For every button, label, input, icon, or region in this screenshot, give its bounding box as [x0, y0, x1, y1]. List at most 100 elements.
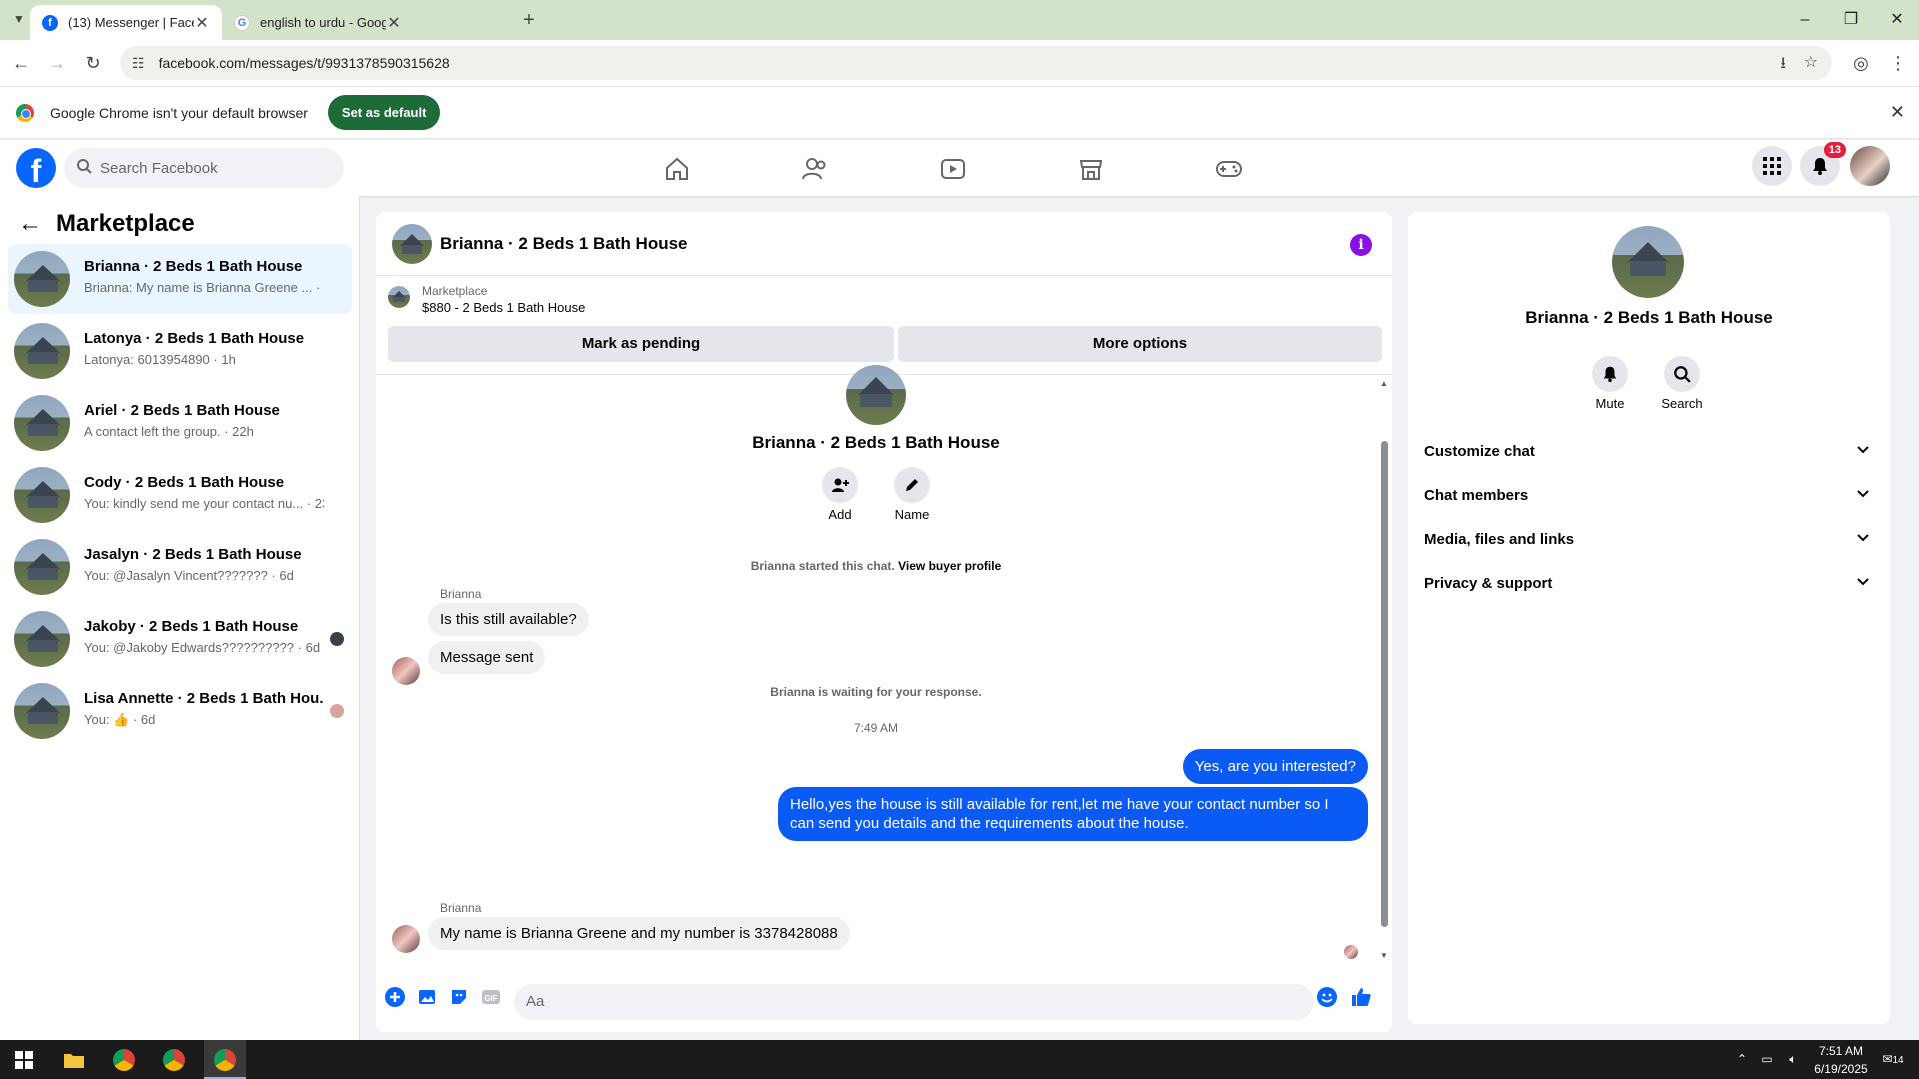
- sender-avatar[interactable]: [392, 657, 420, 685]
- tray-chevron-icon[interactable]: ⌃: [1734, 1040, 1750, 1079]
- thread-scrollbar[interactable]: ▲ ▼: [1380, 379, 1388, 960]
- message-bubble-outgoing[interactable]: Hello,yes the house is still available f…: [778, 787, 1368, 841]
- row-label: Media, files and links: [1424, 531, 1575, 548]
- panel-title: Marketplace: [56, 210, 195, 237]
- tab-messenger[interactable]: f (13) Messenger | Facebook ✕: [30, 5, 222, 40]
- browser-tabstrip: ▼ f (13) Messenger | Facebook ✕ G englis…: [0, 0, 1919, 40]
- conversation-name: Lisa Annette · 2 Beds 1 Bath Hou...: [84, 690, 324, 707]
- photo-icon[interactable]: [416, 986, 438, 1008]
- chat-info-panel: Brianna · 2 Beds 1 Bath House Mute Searc…: [1408, 212, 1890, 1024]
- message-bubble-outgoing[interactable]: Yes, are you interested?: [1182, 749, 1368, 784]
- url-bar[interactable]: ☷ facebook.com/messages/t/99313785903156…: [120, 46, 1832, 80]
- like-icon[interactable]: [1350, 986, 1372, 1008]
- tab-google-search[interactable]: G english to urdu - Google Search ✕: [222, 5, 414, 40]
- chat-members-row[interactable]: Chat members: [1424, 478, 1874, 514]
- message-bubble-incoming[interactable]: Is this still available?: [428, 603, 589, 636]
- chrome-menu-icon[interactable]: ⋮: [1885, 50, 1911, 76]
- friends-icon[interactable]: [798, 152, 832, 186]
- customize-chat-row[interactable]: Customize chat: [1424, 434, 1874, 470]
- conversation-snippet: You: kindly send me your contact nu... ·…: [84, 496, 324, 511]
- chat-title[interactable]: Brianna · 2 Beds 1 Bath House: [440, 234, 688, 254]
- facebook-search-input[interactable]: Search Facebook: [64, 148, 344, 188]
- mute-button[interactable]: [1592, 356, 1628, 392]
- message-composer: GIF Aa: [376, 972, 1392, 1032]
- site-info-icon[interactable]: ☷: [132, 55, 145, 72]
- scroll-up-icon[interactable]: ▲: [1380, 379, 1388, 388]
- video-icon[interactable]: [936, 152, 970, 186]
- chrome-taskbar-icon[interactable]: [160, 1046, 188, 1074]
- tab-search-button[interactable]: ▼: [6, 6, 32, 32]
- home-icon[interactable]: [660, 152, 694, 186]
- account-avatar[interactable]: [1850, 146, 1890, 186]
- facebook-logo-icon[interactable]: f: [16, 148, 56, 188]
- info-icon[interactable]: i: [1350, 234, 1372, 256]
- gaming-icon[interactable]: [1212, 152, 1246, 186]
- gif-icon[interactable]: GIF: [480, 986, 502, 1008]
- conversation-item[interactable]: Jakoby · 2 Beds 1 Bath House You: @Jakob…: [8, 604, 352, 674]
- notification-center-count: 14: [1892, 1055, 1904, 1066]
- restore-button[interactable]: ❐: [1836, 8, 1866, 32]
- notification-center-icon[interactable]: ✉14: [1878, 1040, 1908, 1079]
- scrollbar-thumb[interactable]: [1381, 441, 1388, 927]
- conversation-item[interactable]: Brianna · 2 Beds 1 Bath House Brianna: M…: [8, 244, 352, 314]
- conversation-item[interactable]: Ariel · 2 Beds 1 Bath House A contact le…: [8, 388, 352, 458]
- bookmark-star-icon[interactable]: ☆: [1804, 52, 1818, 72]
- add-label: Add: [828, 507, 852, 522]
- message-input[interactable]: Aa: [514, 984, 1314, 1020]
- tab-close-icon[interactable]: ✕: [386, 13, 402, 33]
- sender-avatar[interactable]: [392, 925, 420, 953]
- close-window-button[interactable]: ✕: [1882, 8, 1912, 32]
- house-thumbnail: [14, 539, 70, 595]
- reload-button[interactable]: ↻: [80, 50, 106, 76]
- message-bubble-incoming[interactable]: Message sent: [428, 641, 546, 674]
- google-favicon-icon: G: [234, 14, 250, 31]
- scroll-down-icon[interactable]: ▼: [1380, 951, 1388, 960]
- view-buyer-profile-link[interactable]: View buyer profile: [898, 559, 1001, 573]
- emoji-icon[interactable]: [1316, 986, 1338, 1008]
- tab-close-icon[interactable]: ✕: [194, 13, 210, 33]
- file-explorer-icon[interactable]: [60, 1046, 88, 1074]
- add-people-button[interactable]: [822, 467, 858, 503]
- new-tab-button[interactable]: +: [516, 7, 542, 33]
- set-default-button[interactable]: Set as default: [327, 95, 441, 130]
- conversation-item[interactable]: Latonya · 2 Beds 1 Bath House Latonya: 6…: [8, 316, 352, 386]
- media-files-links-row[interactable]: Media, files and links: [1424, 522, 1874, 558]
- install-app-icon[interactable]: ⭳: [1780, 52, 1786, 79]
- privacy-support-row[interactable]: Privacy & support: [1424, 566, 1874, 602]
- chat-avatar[interactable]: [392, 224, 432, 264]
- network-icon[interactable]: ▭: [1756, 1040, 1778, 1079]
- address-bar-row: ← → ↻ ☷ facebook.com/messages/t/99313785…: [0, 40, 1919, 86]
- volume-icon[interactable]: 🔈︎: [1782, 1040, 1804, 1079]
- conversation-item[interactable]: Cody · 2 Beds 1 Bath House You: kindly s…: [8, 460, 352, 530]
- row-label: Customize chat: [1424, 443, 1535, 460]
- house-thumbnail: [14, 683, 70, 739]
- started-text: Brianna started this chat.: [750, 559, 895, 573]
- mark-pending-button[interactable]: Mark as pending: [388, 326, 894, 362]
- back-button[interactable]: ←: [8, 50, 34, 76]
- clock[interactable]: 7:51 AM 6/19/2025: [1806, 1040, 1876, 1079]
- marketplace-icon[interactable]: [1074, 152, 1108, 186]
- message-bubble-incoming[interactable]: My name is Brianna Greene and my number …: [428, 917, 850, 950]
- infobar-close-icon[interactable]: ✕: [1890, 102, 1905, 123]
- chrome-taskbar-icon[interactable]: [110, 1046, 138, 1074]
- notifications-button[interactable]: 13: [1800, 142, 1846, 186]
- back-arrow-icon[interactable]: ←: [18, 210, 42, 238]
- sticker-icon[interactable]: [448, 986, 470, 1008]
- menu-grid-button[interactable]: [1752, 146, 1792, 186]
- conversation-item[interactable]: Lisa Annette · 2 Beds 1 Bath Hou... You:…: [8, 676, 352, 746]
- grid-icon: [1763, 157, 1781, 175]
- forward-button[interactable]: →: [44, 50, 70, 76]
- search-conversation-button[interactable]: [1664, 356, 1700, 392]
- chrome-taskbar-icon-active[interactable]: [211, 1046, 239, 1074]
- chrome-logo-icon: [16, 103, 34, 122]
- windows-start-icon[interactable]: [10, 1046, 38, 1074]
- minimize-button[interactable]: –: [1790, 8, 1820, 32]
- more-options-button[interactable]: More options: [898, 326, 1382, 362]
- edit-name-button[interactable]: [894, 467, 930, 503]
- profile-icon[interactable]: ◎: [1848, 50, 1874, 76]
- plus-icon[interactable]: [384, 986, 406, 1008]
- chevron-down-icon: [1856, 478, 1870, 514]
- conversation-list-panel: ← Marketplace Brianna · 2 Beds 1 Bath Ho…: [0, 196, 360, 1040]
- conversation-item[interactable]: Jasalyn · 2 Beds 1 Bath House You: @Jasa…: [8, 532, 352, 602]
- house-thumbnail: [14, 395, 70, 451]
